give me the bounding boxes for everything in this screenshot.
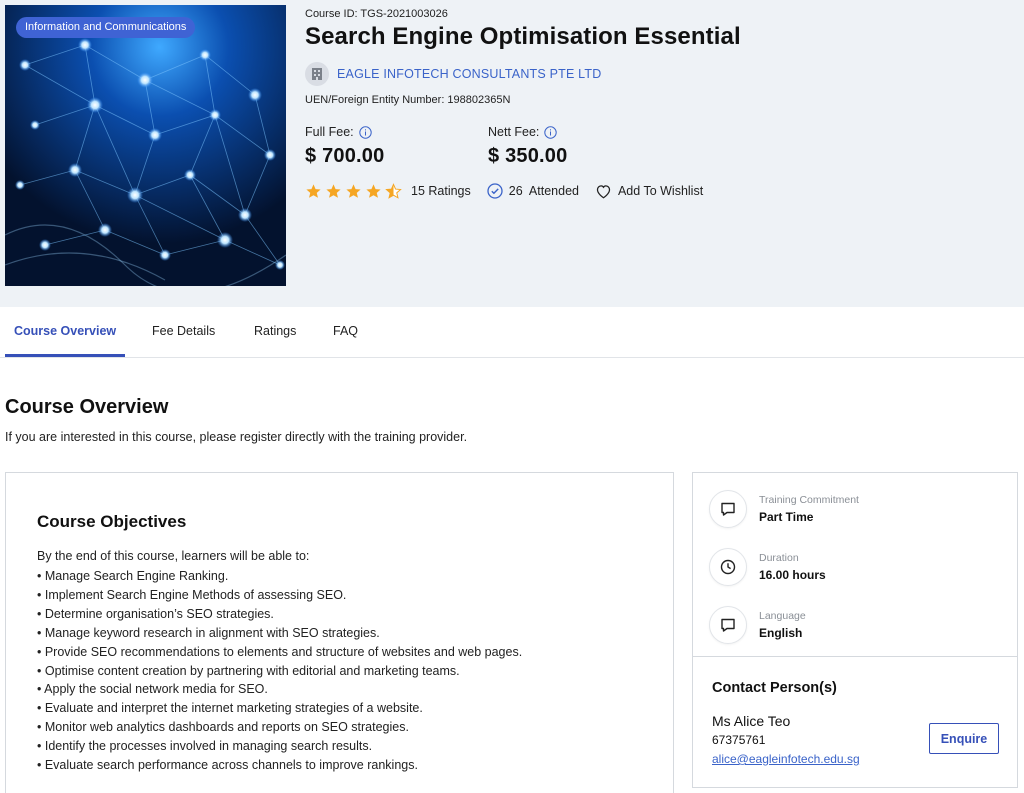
tab-course-overview[interactable]: Course Overview <box>5 307 126 357</box>
language: Language English <box>709 606 806 644</box>
nett-fee-value: $ 350.00 <box>488 145 568 167</box>
tab-fee-details[interactable]: Fee Details <box>152 307 215 357</box>
section-title: Course Overview <box>5 396 169 418</box>
full-fee: Full Fee: $ 700.00 <box>305 125 384 168</box>
course-info-card: Training Commitment Part Time Duration 1… <box>692 472 1018 788</box>
info-icon[interactable] <box>358 125 372 139</box>
info-value: 16.00 hours <box>759 568 826 582</box>
heart-icon <box>595 183 612 199</box>
list-item: • Evaluate search performance across cha… <box>37 758 418 773</box>
course-title: Search Engine Optimisation Essential <box>305 23 741 50</box>
star-icon <box>325 183 342 200</box>
category-badge: Information and Communications <box>16 17 196 38</box>
info-icon[interactable] <box>544 125 558 139</box>
contact-name: Ms Alice Teo <box>712 713 791 729</box>
attended-count: 26 Attended <box>487 183 579 199</box>
chat-icon <box>709 490 747 528</box>
tab-faq[interactable]: FAQ <box>333 307 358 357</box>
list-item: • Implement Search Engine Methods of ass… <box>37 587 347 602</box>
info-label: Language <box>759 610 806 622</box>
list-item: • Optimise content creation by partnerin… <box>37 663 460 678</box>
list-item: • Provide SEO recommendations to element… <box>37 644 523 659</box>
chat-icon <box>709 606 747 644</box>
training-commitment: Training Commitment Part Time <box>709 490 859 528</box>
full-fee-value: $ 700.00 <box>305 145 385 167</box>
tab-ratings[interactable]: Ratings <box>254 307 296 357</box>
enquire-button[interactable]: Enquire <box>929 723 999 754</box>
course-objectives-card: Course Objectives By the end of this cou… <box>5 472 674 793</box>
objectives-list: • Manage Search Engine Ranking. • Implem… <box>37 567 522 775</box>
info-label: Duration <box>759 552 799 564</box>
info-value: Part Time <box>759 510 814 524</box>
nett-fee: Nett Fee: $ 350.00 <box>488 125 567 168</box>
divider <box>693 656 1017 657</box>
list-item: • Manage Search Engine Ranking. <box>37 569 229 583</box>
rating-stars <box>305 182 405 200</box>
info-value: English <box>759 626 803 640</box>
star-half-icon <box>385 182 402 200</box>
course-id: Course ID: TGS-2021003026 <box>305 8 448 20</box>
course-header: Information and Communications Course ID… <box>0 0 1024 307</box>
duration: Duration 16.00 hours <box>709 548 826 586</box>
course-meta: 15 Ratings 26 Attended Add To Wishlist <box>305 181 703 201</box>
ratings-count[interactable]: 15 Ratings <box>411 184 471 198</box>
contact-title: Contact Person(s) <box>712 680 837 696</box>
course-tabs: Course Overview Fee Details Ratings FAQ <box>0 307 1024 358</box>
list-item: • Monitor web analytics dashboards and r… <box>37 720 409 735</box>
clock-icon <box>709 548 747 586</box>
provider-link[interactable]: EAGLE INFOTECH CONSULTANTS PTE LTD <box>305 62 601 86</box>
contact-phone: 67375761 <box>712 733 766 747</box>
list-item: • Evaluate and interpret the internet ma… <box>37 701 423 716</box>
star-icon <box>305 183 322 200</box>
check-circle-icon <box>487 183 503 199</box>
list-item: • Determine organisation’s SEO strategie… <box>37 606 274 621</box>
list-item: • Identify the processes involved in man… <box>37 739 373 754</box>
list-item: • Manage keyword research in alignment w… <box>37 625 380 640</box>
contact-email-link[interactable]: alice@eagleinfotech.edu.sg <box>712 752 860 766</box>
objectives-title: Course Objectives <box>37 512 187 531</box>
wishlist-label[interactable]: Add To Wishlist <box>618 184 703 198</box>
add-to-wishlist-button[interactable]: Add To Wishlist <box>595 183 703 199</box>
star-icon <box>365 183 382 200</box>
building-icon <box>305 62 329 86</box>
attended-text: 26 Attended <box>508 184 579 198</box>
course-image: Information and Communications <box>5 5 286 286</box>
star-icon <box>345 183 362 200</box>
section-subtitle: If you are interested in this course, pl… <box>5 430 468 444</box>
info-label: Training Commitment <box>759 494 859 506</box>
nett-fee-label: Nett Fee: <box>488 125 540 139</box>
list-item: • Apply the social network media for SEO… <box>37 682 268 697</box>
objectives-intro: By the end of this course, learners will… <box>37 549 310 563</box>
full-fee-label: Full Fee: <box>305 125 354 139</box>
provider-name[interactable]: EAGLE INFOTECH CONSULTANTS PTE LTD <box>337 67 601 81</box>
uen-number: UEN/Foreign Entity Number: 198802365N <box>305 94 511 106</box>
